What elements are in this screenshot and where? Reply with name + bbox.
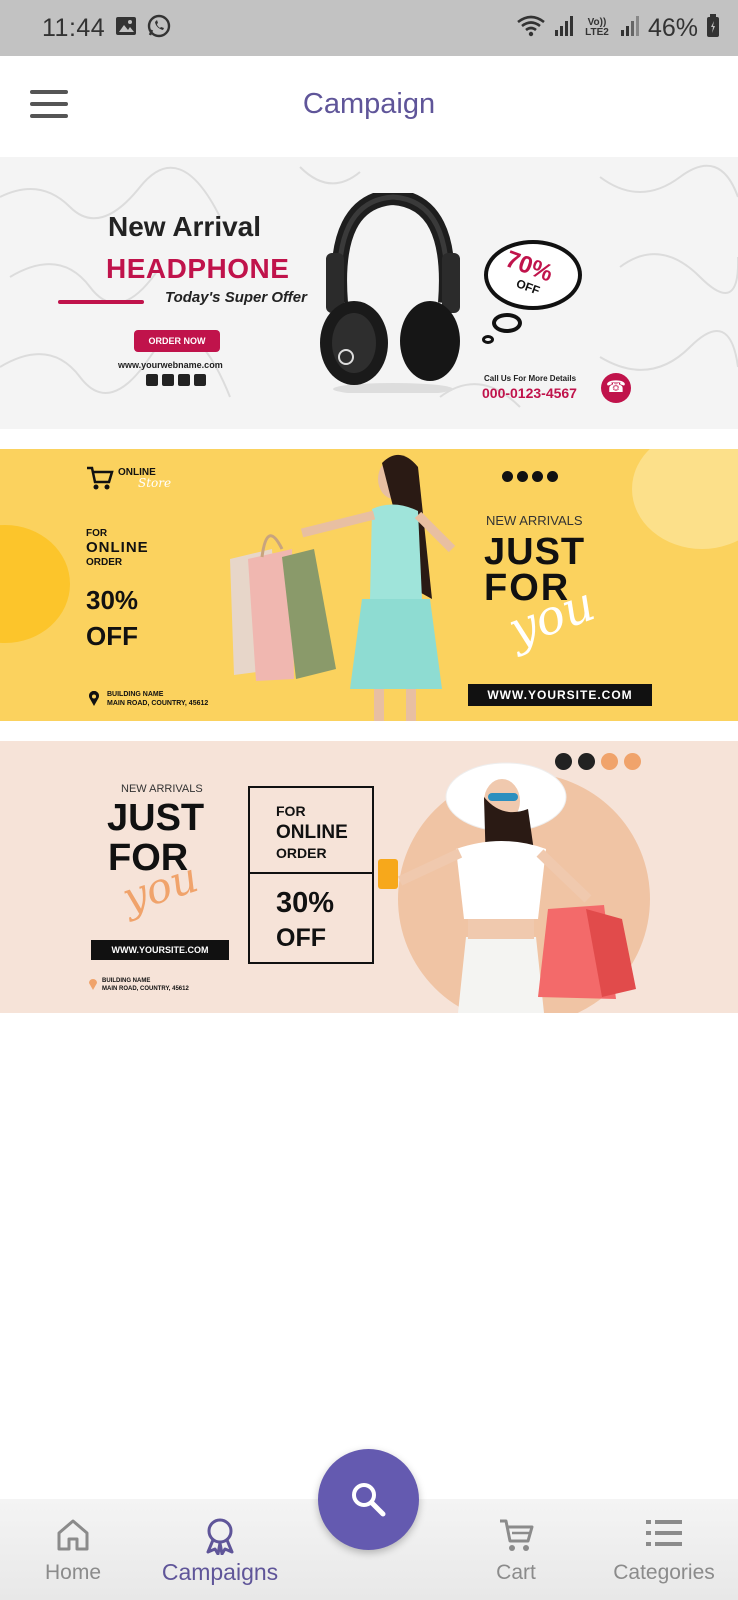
banner3-address: BUILDING NAME MAIN ROAD, COUNTRY, 45612 [102, 978, 189, 992]
banner2-brand-bottom: Store [138, 476, 172, 490]
bubble-dot-small [482, 335, 494, 344]
facebook-icon [578, 753, 595, 770]
signal-icon [554, 15, 574, 42]
battery-icon [706, 13, 720, 43]
status-bar: 11:44 Vo)) LTE2 46% [0, 0, 738, 56]
whatsapp-icon [624, 753, 641, 770]
whatsapp-notification-icon [147, 14, 171, 43]
phone-icon: ☎ [601, 373, 631, 403]
nav-campaigns-label: Campaigns [161, 1559, 279, 1585]
nav-cart-label: Cart [496, 1561, 536, 1584]
facebook-icon [517, 471, 528, 482]
campaign-banner-headphone[interactable]: New Arrival HEADPHONE Today's Super Offe… [0, 157, 738, 429]
banner3-discount: 30% [276, 887, 335, 919]
twitter-icon [601, 753, 618, 770]
banner3-discount-suffix: OFF [276, 924, 326, 952]
banner2-url: WWW.YOURSITE.COM [468, 684, 652, 706]
instagram-icon [502, 471, 513, 482]
nav-campaigns[interactable]: Campaigns [150, 1499, 290, 1600]
banner2-new-arrivals: NEW ARRIVALS [486, 513, 583, 528]
banner3-url: WWW.YOURSITE.COM [91, 940, 229, 960]
page-title: Campaign [302, 88, 436, 120]
banner1-contact-label: Call Us For More Details [484, 374, 577, 383]
twitter-icon [146, 374, 158, 386]
list-icon [646, 1520, 682, 1546]
banner3-new-arrivals: NEW ARRIVALS [121, 783, 203, 795]
woman-with-bags-image [230, 454, 456, 721]
location-pin-icon [89, 979, 97, 990]
award-icon [206, 1518, 234, 1555]
pinterest-icon [162, 374, 174, 386]
banner1-phone: 000-0123-4567 [482, 385, 577, 401]
search-icon [352, 1483, 386, 1517]
battery-percent: 46% [647, 13, 698, 42]
campaign-banner-online-store[interactable]: ONLINE Store FOR ONLINE ORDER 30% OFF BU… [0, 449, 738, 721]
twitter-icon [532, 471, 543, 482]
bubble-dot-large [492, 313, 522, 333]
nav-categories-label: Categories [613, 1561, 715, 1584]
status-right: Vo)) LTE2 46% [516, 13, 720, 43]
headphone-image [320, 193, 460, 393]
offer-box-divider [248, 872, 374, 874]
cart-logo-icon [87, 466, 114, 490]
nav-cart[interactable]: Cart [466, 1499, 566, 1600]
banner2-just: JUST [484, 531, 586, 573]
banner1-tagline: Today's Super Offer [165, 289, 307, 306]
linkedin-icon [178, 374, 190, 386]
wifi-icon [516, 14, 546, 43]
facebook-icon [194, 374, 206, 386]
nav-categories[interactable]: Categories [604, 1499, 724, 1600]
banner2-social-icons [502, 471, 558, 482]
banner2-offer-order: ORDER [86, 557, 123, 568]
status-time: 11:44 [42, 13, 106, 42]
banner1-accent-line [58, 300, 144, 304]
campaign-banner-just-for-you[interactable]: NEW ARRIVALS JUST FOR you WWW.YOURSITE.C… [0, 741, 738, 1013]
decor-circle-right [632, 449, 738, 549]
banner1-order-button[interactable]: ORDER NOW [134, 330, 220, 352]
banner2-discount-suffix: OFF [86, 621, 138, 651]
cart-icon [500, 1519, 534, 1551]
app-bar: Campaign [0, 56, 738, 156]
whatsapp-icon [547, 471, 558, 482]
banner1-url: www.yourwebname.com [118, 360, 223, 370]
banner2-offer-online: ONLINE [86, 539, 149, 556]
banner3-social-icons [555, 753, 641, 770]
banner2-discount: 30% [86, 585, 139, 615]
banner1-product: HEADPHONE [106, 253, 290, 284]
nav-home[interactable]: Home [20, 1499, 126, 1600]
instagram-icon [555, 753, 572, 770]
banner2-address: BUILDING NAME MAIN ROAD, COUNTRY, 45612 [107, 691, 209, 707]
search-fab-button[interactable] [318, 1449, 419, 1550]
nav-home-label: Home [44, 1561, 102, 1584]
home-icon [57, 1519, 89, 1551]
banner2-offer-for: FOR [86, 528, 108, 539]
banner1-social-icons [146, 374, 206, 386]
location-pin-icon [89, 691, 99, 706]
banner3-just: JUST [107, 797, 205, 839]
gallery-notification-icon [115, 15, 137, 42]
network-type: Vo)) LTE2 [585, 17, 609, 38]
banner1-headline: New Arrival [108, 211, 262, 242]
signal-icon-2 [620, 15, 640, 42]
woman-with-hat-image [378, 762, 636, 1013]
banner3-offer-text: FOR ONLINE ORDER [276, 803, 348, 861]
decor-circle-left [0, 525, 70, 643]
